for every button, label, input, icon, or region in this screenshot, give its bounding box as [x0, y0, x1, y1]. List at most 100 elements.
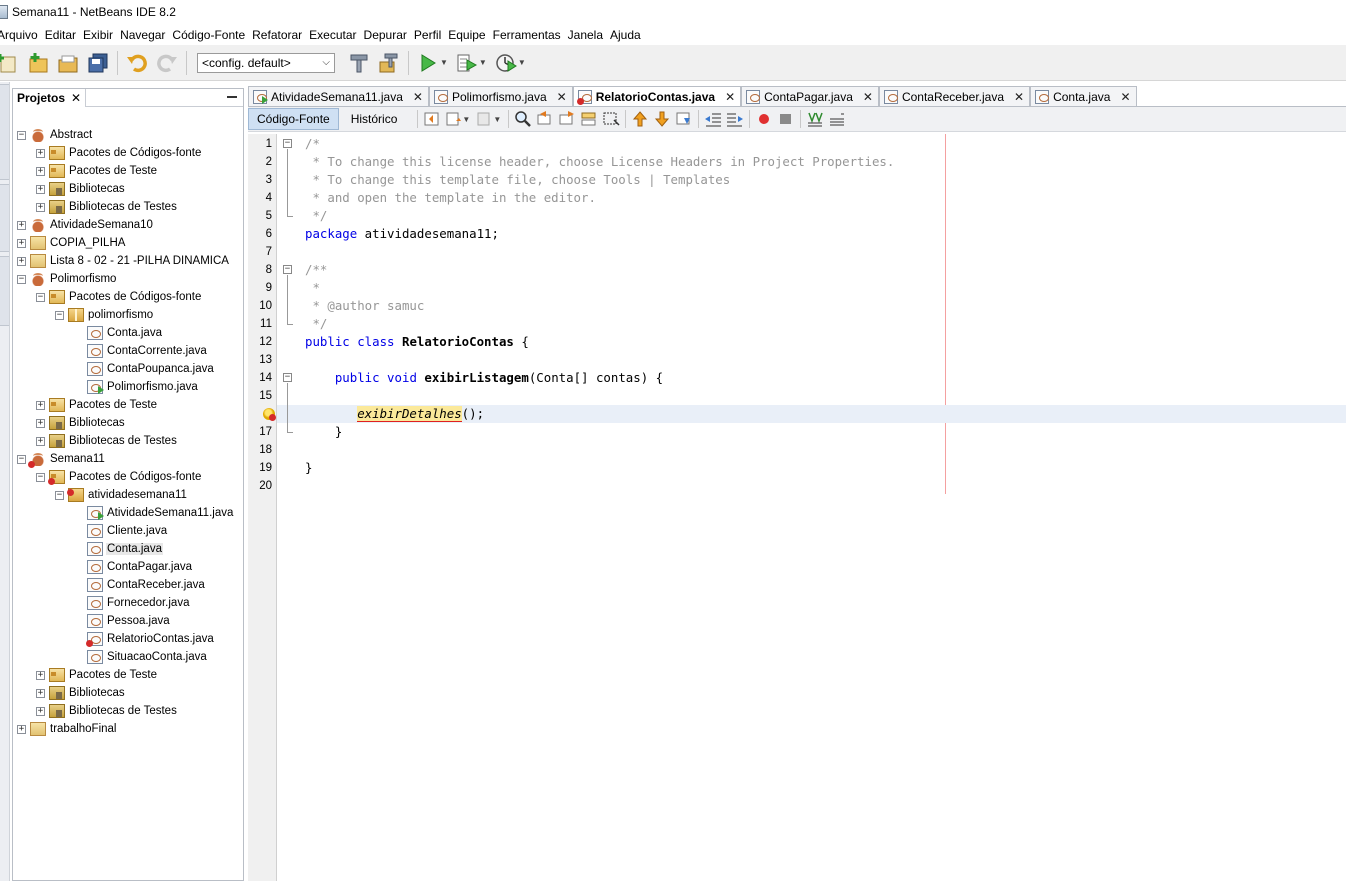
tree-item[interactable]: + Pacotes de Códigos-fonte	[36, 144, 202, 162]
forward-icon[interactable]	[476, 110, 494, 128]
expand-icon[interactable]: +	[36, 418, 45, 428]
editor-tab[interactable]: ContaPagar.java ✕	[741, 86, 879, 106]
stop-macro-icon[interactable]	[777, 110, 795, 128]
forward-dropdown-icon[interactable]: ▼	[493, 115, 501, 124]
tree-item[interactable]: RelatorioContas.java	[74, 630, 215, 648]
collapse-icon[interactable]: −	[55, 490, 64, 500]
collapse-icon[interactable]: −	[283, 139, 292, 148]
menu-item-arquivo[interactable]: Arquivo	[0, 28, 41, 42]
tree-item[interactable]: SituacaoConta.java	[74, 648, 208, 666]
find-previous-icon[interactable]	[536, 110, 554, 128]
tree-item[interactable]: + COPIA_PILHA	[17, 234, 126, 252]
services-side-tab[interactable]	[0, 184, 9, 252]
tree-item[interactable]: Pessoa.java	[74, 612, 171, 630]
tree-item[interactable]: + trabalhoFinal	[17, 720, 117, 738]
menu-item-ferramentas[interactable]: Ferramentas	[490, 28, 564, 42]
tree-item[interactable]: + AtividadeSemana10	[17, 216, 154, 234]
collapse-icon[interactable]: −	[17, 274, 26, 284]
collapse-icon[interactable]: −	[17, 454, 26, 464]
files-side-tab[interactable]	[0, 256, 9, 326]
menu-item-depurar[interactable]: Depurar	[361, 28, 410, 42]
find-icon[interactable]	[514, 110, 532, 128]
tree-item[interactable]: + Bibliotecas	[36, 414, 126, 432]
shift-right-icon[interactable]	[726, 110, 744, 128]
close-icon[interactable]: ✕	[725, 90, 735, 104]
tree-item[interactable]: − atividadesemana11	[55, 486, 188, 504]
collapse-icon[interactable]: −	[283, 373, 292, 382]
tree-item[interactable]: Conta.java	[74, 540, 163, 558]
back-icon[interactable]	[445, 110, 463, 128]
expand-icon[interactable]: +	[17, 724, 26, 734]
profile-dropdown-icon[interactable]: ▼	[518, 58, 526, 67]
tree-item[interactable]: + Pacotes de Teste	[36, 162, 158, 180]
tree-item[interactable]: − Abstract	[17, 126, 93, 144]
tree-item[interactable]: + Lista 8 - 02 - 21 -PILHA DINAMICA	[17, 252, 230, 270]
expand-icon[interactable]: +	[36, 706, 45, 716]
editor-tab[interactable]: Conta.java ✕	[1030, 86, 1137, 106]
collapse-icon[interactable]: −	[55, 310, 64, 320]
toggle-highlight-icon[interactable]	[580, 110, 598, 128]
menu-item-codigo-fonte[interactable]: Código-Fonte	[169, 28, 248, 42]
previous-bookmark-icon[interactable]	[631, 110, 649, 128]
error-hint-bulb-icon[interactable]	[263, 408, 276, 421]
tree-item[interactable]: Fornecedor.java	[74, 594, 190, 612]
tree-item[interactable]: ContaPagar.java	[74, 558, 193, 576]
close-icon[interactable]: ✕	[1014, 90, 1024, 104]
save-all-icon[interactable]	[86, 51, 110, 75]
uncomment-icon[interactable]	[828, 110, 846, 128]
new-file-icon[interactable]	[0, 51, 20, 75]
menu-item-perfil[interactable]: Perfil	[411, 28, 444, 42]
close-icon[interactable]: ✕	[71, 91, 81, 105]
menu-item-executar[interactable]: Executar	[306, 28, 359, 42]
debug-dropdown-icon[interactable]: ▼	[479, 58, 487, 67]
config-select[interactable]: <config. default> ⌵	[197, 52, 335, 73]
tree-item[interactable]: − Pacotes de Códigos-fonte	[36, 288, 202, 306]
undo-icon[interactable]	[125, 51, 149, 75]
expand-icon[interactable]: +	[36, 166, 45, 176]
tree-item[interactable]: ContaPoupanca.java	[74, 360, 215, 378]
editor-tab[interactable]: ContaReceber.java ✕	[878, 86, 1031, 106]
tab-history[interactable]: Histórico	[343, 108, 406, 130]
tab-source[interactable]: Código-Fonte	[248, 108, 339, 130]
debug-icon[interactable]	[455, 51, 479, 75]
rectangular-selection-icon[interactable]	[602, 110, 620, 128]
tree-item[interactable]: ContaReceber.java	[74, 576, 206, 594]
tree-item[interactable]: + Bibliotecas de Testes	[36, 702, 178, 720]
expand-icon[interactable]: +	[36, 670, 45, 680]
shift-left-icon[interactable]	[704, 110, 722, 128]
tree-item[interactable]: AtividadeSemana11.java	[74, 504, 234, 522]
next-bookmark-icon[interactable]	[653, 110, 671, 128]
new-project-icon[interactable]	[26, 51, 50, 75]
expand-icon[interactable]: +	[36, 400, 45, 410]
run-dropdown-icon[interactable]: ▼	[440, 58, 448, 67]
editor-tab[interactable]: Polimorfismo.java ✕	[428, 86, 573, 106]
tree-item[interactable]: Conta.java	[74, 324, 163, 342]
code-editor[interactable]: /* * To change this license header, choo…	[277, 134, 1346, 881]
expand-icon[interactable]: +	[36, 436, 45, 446]
clean-build-icon[interactable]	[377, 51, 401, 75]
menu-item-equipe[interactable]: Equipe	[445, 28, 488, 42]
tree-item[interactable]: + Bibliotecas	[36, 180, 126, 198]
close-icon[interactable]: ✕	[557, 90, 567, 104]
last-edit-icon[interactable]	[423, 110, 441, 128]
expand-icon[interactable]: +	[17, 256, 26, 266]
tree-item[interactable]: Polimorfismo.java	[74, 378, 199, 396]
close-icon[interactable]: ✕	[413, 90, 423, 104]
tree-item[interactable]: + Pacotes de Teste	[36, 396, 158, 414]
menu-item-ajuda[interactable]: Ajuda	[607, 28, 644, 42]
start-macro-icon[interactable]	[755, 110, 773, 128]
find-next-icon[interactable]	[558, 110, 576, 128]
toggle-bookmark-icon[interactable]	[675, 110, 693, 128]
editor-tab[interactable]: RelatorioContas.java ✕	[572, 86, 742, 106]
tree-item[interactable]: + Pacotes de Teste	[36, 666, 158, 684]
close-icon[interactable]: ✕	[1120, 90, 1130, 104]
tree-item[interactable]: − polimorfismo	[55, 306, 154, 324]
collapse-icon[interactable]: −	[17, 130, 26, 140]
run-icon[interactable]	[416, 51, 440, 75]
navigator-side-tab[interactable]	[0, 84, 9, 180]
menu-item-refatorar[interactable]: Refatorar	[249, 28, 305, 42]
tree-item[interactable]: + Bibliotecas	[36, 684, 126, 702]
menu-item-editar[interactable]: Editar	[42, 28, 79, 42]
expand-icon[interactable]: +	[17, 220, 26, 230]
tree-item[interactable]: Cliente.java	[74, 522, 168, 540]
